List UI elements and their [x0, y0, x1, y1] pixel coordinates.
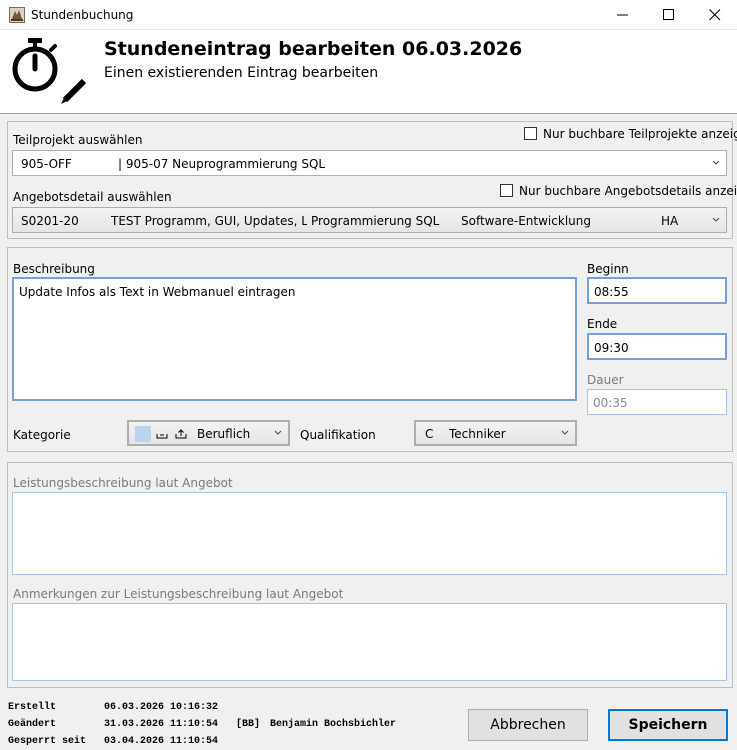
angebotsdetail-select[interactable]: S0201-20 TEST Programm, GUI, Updates, Li… — [12, 207, 727, 233]
geaendert-by-code: [BB] — [236, 719, 261, 730]
dialog-header: Stundeneintrag bearbeiten 06.03.2026 Ein… — [0, 30, 737, 114]
chevron-down-icon — [712, 160, 720, 165]
chevron-down-icon — [274, 430, 282, 435]
teilprojekt-name: | 905-07 Neuprogrammierung SQL — [118, 157, 326, 171]
anmerkung-label: Anmerkungen zur Leistungsbeschreibung la… — [13, 587, 344, 601]
minimize-button[interactable] — [600, 0, 646, 30]
teilprojekt-code: 905-OFF — [21, 157, 72, 171]
beschreibung-label: Beschreibung — [13, 262, 95, 276]
qualifikation-code: C — [425, 427, 434, 441]
stopwatch-edit-icon — [12, 38, 87, 104]
beschreibung-input[interactable]: Update Infos als Text in Webmanuel eintr… — [12, 277, 577, 401]
close-button[interactable] — [692, 0, 737, 30]
beginn-label: Beginn — [587, 262, 629, 276]
qualifikation-label: Qualifikation — [300, 428, 376, 442]
leistung-textarea[interactable] — [12, 492, 727, 575]
maximize-button[interactable] — [646, 0, 692, 30]
beschreibung-value: Update Infos als Text in Webmanuel eintr… — [19, 285, 296, 299]
angebotsdetail-code: S0201-20 — [21, 214, 79, 228]
erstellt-label: Erstellt — [8, 702, 57, 713]
buchbare-teilprojekte-label: Nur buchbare Teilprojekte anzeigen — [543, 127, 737, 141]
angebotsdetail-label: Angebotsdetail auswählen — [13, 190, 172, 204]
window-title: Stundenbuchung — [31, 8, 134, 22]
tray-icon — [156, 434, 168, 439]
buchbare-angebotsdetails-label: Nur buchbare Angebotsdetails anzeigen — [519, 184, 737, 198]
geaendert-label: Geändert — [8, 719, 57, 730]
dauer-label: Dauer — [587, 373, 624, 387]
page-title: Stundeneintrag bearbeiten 06.03.2026 — [104, 38, 523, 60]
erstellt-value: 06.03.2026 10:16:32 — [104, 702, 219, 713]
gesperrt-label: Gesperrt seit — [8, 736, 87, 747]
chevron-down-icon — [712, 217, 720, 222]
kategorie-select[interactable]: Beruflich — [127, 420, 290, 446]
qualifikation-value: Techniker — [449, 427, 506, 441]
buchbare-teilprojekte-checkbox[interactable] — [524, 127, 537, 140]
kategorie-color-swatch — [135, 426, 151, 442]
angebotsdetail-category: Software-Entwicklung — [461, 214, 591, 228]
chevron-down-icon — [561, 430, 569, 435]
geaendert-value: 31.03.2026 11:10:54 — [104, 719, 219, 730]
angebotsdetail-task: Programmierung SQL — [311, 214, 440, 228]
title-bar: Stundenbuchung — [0, 0, 737, 30]
close-icon — [709, 9, 721, 21]
anmerkung-textarea[interactable] — [12, 603, 727, 681]
cancel-button[interactable]: Abbrechen — [468, 709, 588, 741]
minimize-icon — [617, 14, 628, 16]
maximize-icon — [663, 9, 674, 20]
qualifikation-select[interactable]: C Techniker — [414, 420, 577, 446]
buchbare-angebotsdetails-checkbox[interactable] — [500, 184, 513, 197]
leistung-label: Leistungsbeschreibung laut Angebot — [13, 476, 233, 490]
angebotsdetail-unit: HA — [661, 214, 679, 228]
beginn-value: 08:55 — [594, 285, 629, 299]
kategorie-label: Kategorie — [13, 428, 71, 442]
page-subtitle: Einen existierenden Eintrag bearbeiten — [104, 65, 379, 81]
dauer-input: 00:35 — [587, 389, 727, 415]
beginn-input[interactable]: 08:55 — [587, 277, 727, 304]
ende-value: 09:30 — [594, 341, 629, 355]
teilprojekt-label: Teilprojekt auswählen — [13, 133, 143, 147]
ende-label: Ende — [587, 317, 618, 331]
ende-input[interactable]: 09:30 — [587, 333, 727, 360]
teilprojekt-select[interactable]: 905-OFF | 905-07 Neuprogrammierung SQL — [12, 150, 727, 176]
app-icon — [9, 7, 25, 23]
gesperrt-value: 03.04.2026 11:10:54 — [104, 736, 219, 747]
save-button[interactable]: Speichern — [608, 709, 728, 741]
geaendert-by-name: Benjamin Bochsbichler — [270, 719, 397, 730]
upload-icon — [175, 429, 187, 439]
dauer-value: 00:35 — [593, 396, 628, 410]
kategorie-value: Beruflich — [197, 427, 251, 441]
angebotsdetail-desc: TEST Programm, GUI, Updates, Lize — [111, 214, 307, 228]
